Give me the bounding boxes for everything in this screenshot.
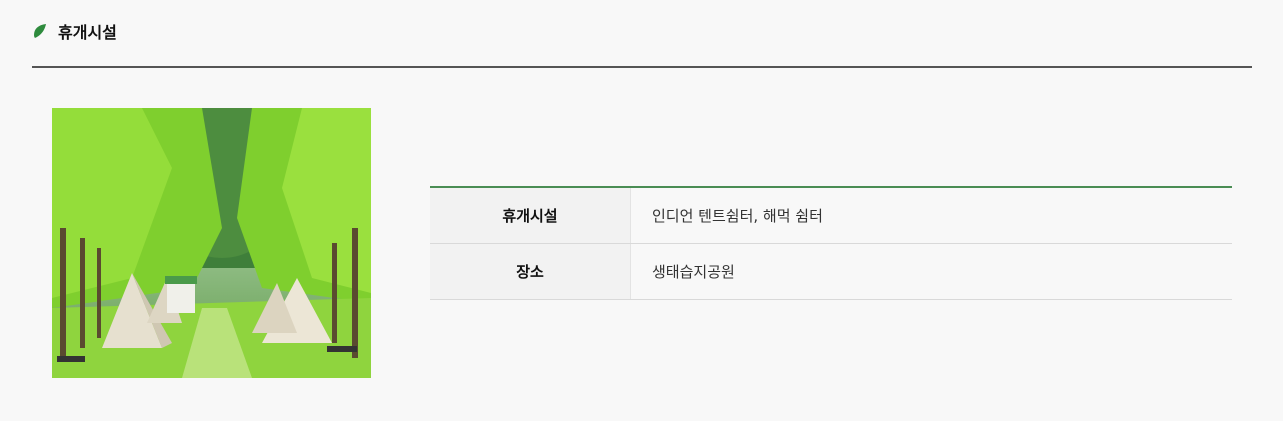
leaf-icon xyxy=(32,23,48,39)
section-divider xyxy=(32,66,1252,68)
section-title: 휴개시설 xyxy=(58,23,117,42)
table-row: 장소 생태습지공원 xyxy=(430,244,1232,300)
table-row: 휴개시설 인디언 텐트쉼터, 해먹 쉼터 xyxy=(430,188,1232,244)
row-value: 인디언 텐트쉼터, 해먹 쉼터 xyxy=(652,207,823,225)
row-label: 장소 xyxy=(430,244,631,299)
facility-info-table: 휴개시설 인디언 텐트쉼터, 해먹 쉼터 장소 생태습지공원 xyxy=(430,186,1232,300)
row-value: 생태습지공원 xyxy=(652,263,735,281)
row-label: 휴개시설 xyxy=(430,188,631,243)
campsite-photo xyxy=(52,108,371,378)
section-header: 휴개시설 xyxy=(32,19,117,43)
